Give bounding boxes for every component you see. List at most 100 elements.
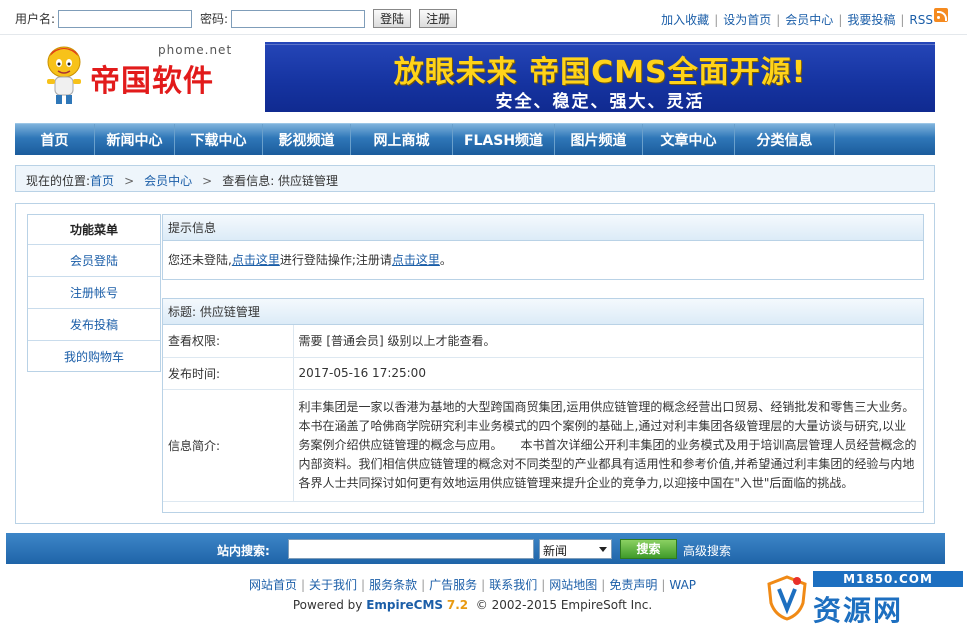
menu-item-register[interactable]: 注册帐号 bbox=[28, 277, 160, 309]
submit-article-link[interactable]: 我要投稿 bbox=[847, 13, 895, 27]
logo-domain: phome.net bbox=[158, 43, 233, 57]
separator: | bbox=[661, 578, 666, 592]
separator: | bbox=[421, 578, 426, 592]
separator: | bbox=[481, 578, 486, 592]
nav-item-pictures[interactable]: 图片频道 bbox=[555, 124, 643, 155]
notice-text: 进行登陆操作;注册请 bbox=[279, 253, 392, 267]
nav-item-news[interactable]: 新闻中心 bbox=[95, 124, 175, 155]
notice-body: 您还未登陆,点击这里进行登陆操作;注册请点击这里。 bbox=[163, 241, 923, 278]
separator: | bbox=[714, 13, 719, 27]
copyright-text: © 2002-2015 EmpireSoft Inc. bbox=[475, 598, 653, 612]
separator: | bbox=[361, 578, 366, 592]
nav-item-articles[interactable]: 文章中心 bbox=[643, 124, 735, 155]
table-row: 信息简介: 利丰集团是一家以香港为基地的大型跨国商贸集团,运用供应链管理的概念经… bbox=[163, 389, 923, 502]
table-row: 发布时间: 2017-05-16 17:25:00 bbox=[163, 357, 923, 390]
breadcrumb-arrow: > bbox=[202, 174, 213, 188]
username-input[interactable] bbox=[58, 9, 193, 28]
info-box: 标题: 供应链管理 查看权限: 需要 [普通会员] 级别以上才能查看。 发布时间… bbox=[162, 298, 924, 513]
banner-subtitle: 安全、稳定、强大、灵活 bbox=[495, 92, 705, 112]
top-bar: 用户名: 密码: 登陆 注册 加入收藏 | 设为首页 | 会员中心 | 我要投稿 | RSS bbox=[0, 0, 967, 35]
separator: | bbox=[776, 13, 781, 27]
nav-item-home[interactable]: 首页 bbox=[15, 124, 95, 155]
site-logo[interactable]: phome.net 帝国软件 bbox=[38, 40, 238, 110]
footer-link-wap[interactable]: WAP bbox=[669, 578, 696, 592]
footer-link-disclaimer[interactable]: 免责声明 bbox=[609, 578, 657, 592]
search-label: 站内搜索: bbox=[217, 544, 270, 558]
separator: | bbox=[900, 13, 905, 27]
chevron-down-icon bbox=[599, 547, 607, 552]
row-value: 需要 [普通会员] 级别以上才能查看。 bbox=[293, 325, 923, 358]
row-key: 信息简介: bbox=[163, 389, 294, 502]
notice-text: 您还未登陆, bbox=[168, 253, 232, 267]
row-key: 发布时间: bbox=[163, 357, 294, 390]
rss-icon[interactable] bbox=[934, 8, 948, 22]
menu-item-submit[interactable]: 发布投稿 bbox=[28, 309, 160, 341]
info-title: 标题: 供应链管理 bbox=[163, 299, 923, 325]
ad-banner[interactable]: 放眼未来 帝国CMS全面开源! 安全、稳定、强大、灵活 bbox=[265, 42, 935, 112]
footer-link-about[interactable]: 关于我们 bbox=[309, 578, 357, 592]
site-search-bar: 站内搜索: 新闻 搜索 高级搜索 bbox=[6, 533, 945, 564]
mascot-icon bbox=[47, 46, 81, 104]
notice-title: 提示信息 bbox=[163, 215, 923, 241]
separator: | bbox=[838, 13, 843, 27]
function-menu-title: 功能菜单 bbox=[28, 215, 160, 245]
rss-link[interactable]: RSS bbox=[909, 13, 933, 27]
breadcrumb-prefix: 现在的位置: bbox=[26, 174, 91, 188]
footer-link-terms[interactable]: 服务条款 bbox=[369, 578, 417, 592]
footer-link-home[interactable]: 网站首页 bbox=[249, 578, 297, 592]
separator: | bbox=[300, 578, 306, 592]
nav-item-download[interactable]: 下载中心 bbox=[175, 124, 263, 155]
banner-stripe bbox=[265, 44, 935, 45]
breadcrumb-current: 查看信息: 供应链管理 bbox=[222, 174, 339, 188]
breadcrumb: 现在的位置:首页 > 会员中心 > 查看信息: 供应链管理 bbox=[15, 165, 935, 192]
banner-headline: 放眼未来 帝国CMS全面开源! bbox=[393, 55, 807, 90]
footer-link-ads[interactable]: 广告服务 bbox=[429, 578, 477, 592]
set-homepage-link[interactable]: 设为首页 bbox=[723, 13, 771, 27]
version-label: 7.2 bbox=[446, 598, 469, 612]
member-center-link[interactable]: 会员中心 bbox=[785, 13, 833, 27]
notice-box: 提示信息 您还未登陆,点击这里进行登陆操作;注册请点击这里。 bbox=[162, 214, 924, 280]
separator: | bbox=[541, 578, 546, 592]
login-button[interactable]: 登陆 bbox=[373, 9, 412, 28]
watermark-name: 资源网 bbox=[813, 594, 904, 625]
nav-item-classifieds[interactable]: 分类信息 bbox=[735, 124, 835, 155]
password-input[interactable] bbox=[231, 9, 366, 28]
function-menu: 功能菜单 会员登陆 注册帐号 发布投稿 我的购物车 bbox=[27, 214, 161, 372]
register-button[interactable]: 注册 bbox=[419, 9, 458, 28]
footer-link-contact[interactable]: 联系我们 bbox=[489, 578, 537, 592]
username-label: 用户名: bbox=[15, 12, 56, 26]
footer-link-sitemap[interactable]: 网站地图 bbox=[549, 578, 597, 592]
nav-item-video[interactable]: 影视频道 bbox=[263, 124, 351, 155]
nav-item-shop[interactable]: 网上商城 bbox=[351, 124, 453, 155]
add-favorite-link[interactable]: 加入收藏 bbox=[661, 13, 709, 27]
empirecms-link[interactable]: EmpireCMS bbox=[366, 598, 443, 612]
watermark: M1850.COM 资源网 bbox=[763, 569, 967, 625]
search-button[interactable]: 搜索 bbox=[620, 539, 677, 559]
table-row: 查看权限: 需要 [普通会员] 级别以上才能查看。 bbox=[163, 325, 923, 358]
login-here-link[interactable]: 点击这里 bbox=[232, 253, 280, 267]
info-table: 查看权限: 需要 [普通会员] 级别以上才能查看。 发布时间: 2017-05-… bbox=[163, 325, 923, 502]
breadcrumb-arrow: > bbox=[124, 174, 135, 188]
main-panel: 功能菜单 会员登陆 注册帐号 发布投稿 我的购物车 提示信息 您还未登陆,点击这… bbox=[15, 203, 935, 524]
menu-item-login[interactable]: 会员登陆 bbox=[28, 245, 160, 277]
shield-logo-icon bbox=[767, 575, 807, 621]
breadcrumb-home[interactable]: 首页 bbox=[90, 174, 114, 188]
breadcrumb-member-center[interactable]: 会员中心 bbox=[144, 174, 192, 188]
row-key: 查看权限: bbox=[163, 325, 294, 358]
notice-text: 。 bbox=[439, 253, 452, 267]
advanced-search-link[interactable]: 高级搜索 bbox=[683, 542, 731, 559]
main-nav: 首页 新闻中心 下载中心 影视频道 网上商城 FLASH频道 图片频道 文章中心… bbox=[15, 123, 935, 155]
separator: | bbox=[601, 578, 606, 592]
row-value: 利丰集团是一家以香港为基地的大型跨国商贸集团,运用供应链管理的概念经营出口贸易、… bbox=[293, 389, 923, 502]
logo-name: 帝国软件 bbox=[90, 64, 214, 99]
search-category-select[interactable]: 新闻 bbox=[539, 539, 612, 559]
register-here-link[interactable]: 点击这里 bbox=[392, 253, 440, 267]
nav-item-flash[interactable]: FLASH频道 bbox=[453, 124, 555, 155]
password-label: 密码: bbox=[200, 12, 229, 26]
top-links: 加入收藏 | 设为首页 | 会员中心 | 我要投稿 | RSS bbox=[661, 11, 933, 28]
search-category-value: 新闻 bbox=[543, 544, 568, 558]
search-input[interactable] bbox=[288, 539, 534, 559]
row-value: 2017-05-16 17:25:00 bbox=[293, 357, 923, 390]
menu-item-cart[interactable]: 我的购物车 bbox=[28, 341, 160, 373]
login-form: 用户名: 密码: 登陆 注册 bbox=[15, 9, 465, 28]
